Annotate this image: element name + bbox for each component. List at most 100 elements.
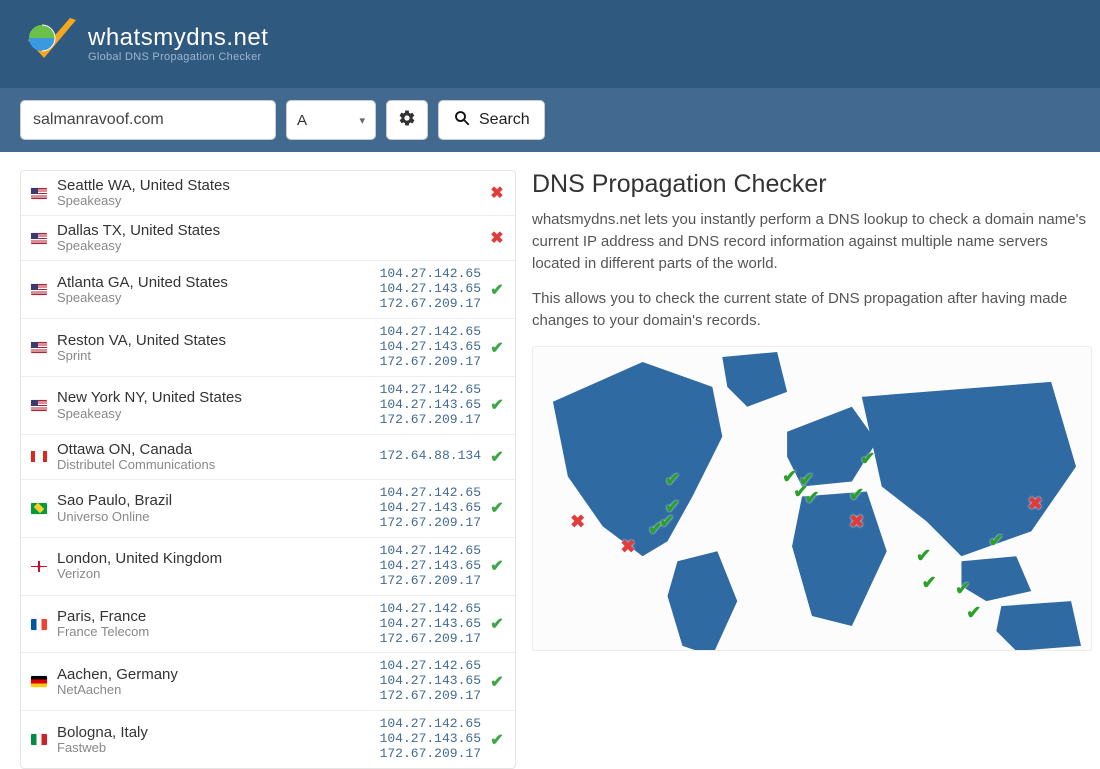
ip-list: 104.27.142.65 104.27.143.65 172.67.209.1…	[380, 717, 489, 762]
logo-mark-icon	[20, 14, 80, 74]
logo-title: whatsmydns.net	[88, 25, 268, 51]
flag-icon	[31, 233, 47, 244]
isp-label: Fastweb	[57, 741, 380, 756]
isp-label: Universo Online	[57, 510, 380, 525]
logo[interactable]: whatsmydns.net Global DNS Propagation Ch…	[20, 14, 1080, 74]
location-column: Reston VA, United StatesSprint	[57, 332, 380, 364]
cross-icon: ✖	[489, 183, 505, 203]
flag-icon	[31, 284, 47, 295]
map-check-icon: ✔	[860, 448, 875, 469]
record-type-value: A	[297, 112, 307, 129]
result-row[interactable]: Reston VA, United StatesSprint104.27.142…	[21, 319, 515, 377]
isp-label: NetAachen	[57, 683, 380, 698]
cross-icon: ✖	[489, 228, 505, 248]
location-label: Atlanta GA, United States	[57, 274, 380, 291]
isp-label: France Telecom	[57, 625, 380, 640]
site-header: whatsmydns.net Global DNS Propagation Ch…	[0, 0, 1100, 88]
map-check-icon: ✔	[955, 579, 970, 600]
result-row[interactable]: Seattle WA, United StatesSpeakeasy ✖	[21, 171, 515, 216]
result-row[interactable]: New York NY, United StatesSpeakeasy104.2…	[21, 377, 515, 435]
search-icon	[453, 109, 471, 132]
record-type-select[interactable]: A ▾	[286, 100, 376, 140]
location-label: London, United Kingdom	[57, 550, 380, 567]
check-icon: ✔	[489, 395, 505, 415]
info-paragraph-1: whatsmydns.net lets you instantly perfor…	[532, 209, 1092, 274]
flag-icon	[31, 400, 47, 411]
isp-label: Verizon	[57, 567, 380, 582]
result-row[interactable]: Dallas TX, United StatesSpeakeasy ✖	[21, 216, 515, 261]
flag-icon	[31, 561, 47, 572]
map-cross-icon: ✖	[620, 536, 635, 557]
info-paragraph-2: This allows you to check the current sta…	[532, 288, 1092, 332]
results-list: Seattle WA, United StatesSpeakeasy✖Dalla…	[20, 170, 516, 769]
flag-icon	[31, 188, 47, 199]
result-row[interactable]: Atlanta GA, United StatesSpeakeasy104.27…	[21, 261, 515, 319]
isp-label: Sprint	[57, 349, 380, 364]
check-icon: ✔	[489, 614, 505, 634]
location-label: Reston VA, United States	[57, 332, 380, 349]
map-cross-icon: ✖	[1028, 494, 1043, 515]
isp-label: Speakeasy	[57, 407, 380, 422]
location-column: Seattle WA, United StatesSpeakeasy	[57, 177, 481, 209]
map-check-icon: ✔	[966, 603, 981, 624]
result-row[interactable]: Ottawa ON, CanadaDistributel Communicati…	[21, 435, 515, 480]
location-column: Ottawa ON, CanadaDistributel Communicati…	[57, 441, 380, 473]
search-button[interactable]: Search	[438, 100, 545, 140]
ip-list: 104.27.142.65 104.27.143.65 172.67.209.1…	[380, 383, 489, 428]
map-check-icon: ✔	[989, 530, 1004, 551]
world-map[interactable]: ✖✖✔✔✔✔✔✔✔✔✔✔✔✔✔✔✔✖✖	[532, 346, 1092, 651]
result-row[interactable]: Sao Paulo, BrazilUniverso Online104.27.1…	[21, 480, 515, 538]
flag-icon	[31, 676, 47, 687]
gear-icon	[398, 109, 416, 132]
result-row[interactable]: Bologna, ItalyFastweb104.27.142.65 104.2…	[21, 711, 515, 768]
location-column: Sao Paulo, BrazilUniverso Online	[57, 492, 380, 524]
result-row[interactable]: London, United KingdomVerizon104.27.142.…	[21, 538, 515, 596]
info-panel: DNS Propagation Checker whatsmydns.net l…	[532, 170, 1100, 769]
location-column: Dallas TX, United StatesSpeakeasy	[57, 222, 481, 254]
flag-icon	[31, 503, 47, 514]
map-check-icon: ✔	[665, 470, 680, 491]
map-check-icon: ✔	[916, 545, 931, 566]
location-column: New York NY, United StatesSpeakeasy	[57, 389, 380, 421]
ip-list: 104.27.142.65 104.27.143.65 172.67.209.1…	[380, 325, 489, 370]
flag-icon	[31, 734, 47, 745]
ip-list: 104.27.142.65 104.27.143.65 172.67.209.1…	[380, 659, 489, 704]
location-column: Atlanta GA, United StatesSpeakeasy	[57, 274, 380, 306]
ip-list: 172.64.88.134	[380, 449, 489, 464]
search-button-label: Search	[479, 111, 530, 129]
check-icon: ✔	[489, 730, 505, 750]
location-column: London, United KingdomVerizon	[57, 550, 380, 582]
result-row[interactable]: Paris, FranceFrance Telecom104.27.142.65…	[21, 596, 515, 654]
isp-label: Speakeasy	[57, 194, 481, 209]
location-label: Sao Paulo, Brazil	[57, 492, 380, 509]
result-row[interactable]: Aachen, GermanyNetAachen104.27.142.65 10…	[21, 653, 515, 711]
page-title: DNS Propagation Checker	[532, 170, 1092, 199]
check-icon: ✔	[489, 672, 505, 692]
ip-list: 104.27.142.65 104.27.143.65 172.67.209.1…	[380, 544, 489, 589]
search-bar: A ▾ Search	[0, 88, 1100, 152]
location-column: Paris, FranceFrance Telecom	[57, 608, 380, 640]
map-check-icon: ✔	[849, 485, 864, 506]
map-check-icon: ✔	[804, 488, 819, 509]
isp-label: Speakeasy	[57, 291, 380, 306]
location-label: Aachen, Germany	[57, 666, 380, 683]
location-label: Paris, France	[57, 608, 380, 625]
map-cross-icon: ✖	[570, 512, 585, 533]
chevron-down-icon: ▾	[359, 114, 365, 127]
check-icon: ✔	[489, 338, 505, 358]
flag-icon	[31, 619, 47, 630]
settings-button[interactable]	[386, 100, 428, 140]
check-icon: ✔	[489, 280, 505, 300]
location-label: Dallas TX, United States	[57, 222, 481, 239]
domain-input[interactable]	[20, 100, 276, 140]
check-icon: ✔	[489, 498, 505, 518]
isp-label: Distributel Communications	[57, 458, 380, 473]
logo-subtitle: Global DNS Propagation Checker	[88, 51, 268, 63]
flag-icon	[31, 451, 47, 462]
check-icon: ✔	[489, 556, 505, 576]
isp-label: Speakeasy	[57, 239, 481, 254]
location-column: Bologna, ItalyFastweb	[57, 724, 380, 756]
location-label: Bologna, Italy	[57, 724, 380, 741]
map-cross-icon: ✖	[849, 512, 864, 533]
map-check-icon: ✔	[922, 573, 937, 594]
